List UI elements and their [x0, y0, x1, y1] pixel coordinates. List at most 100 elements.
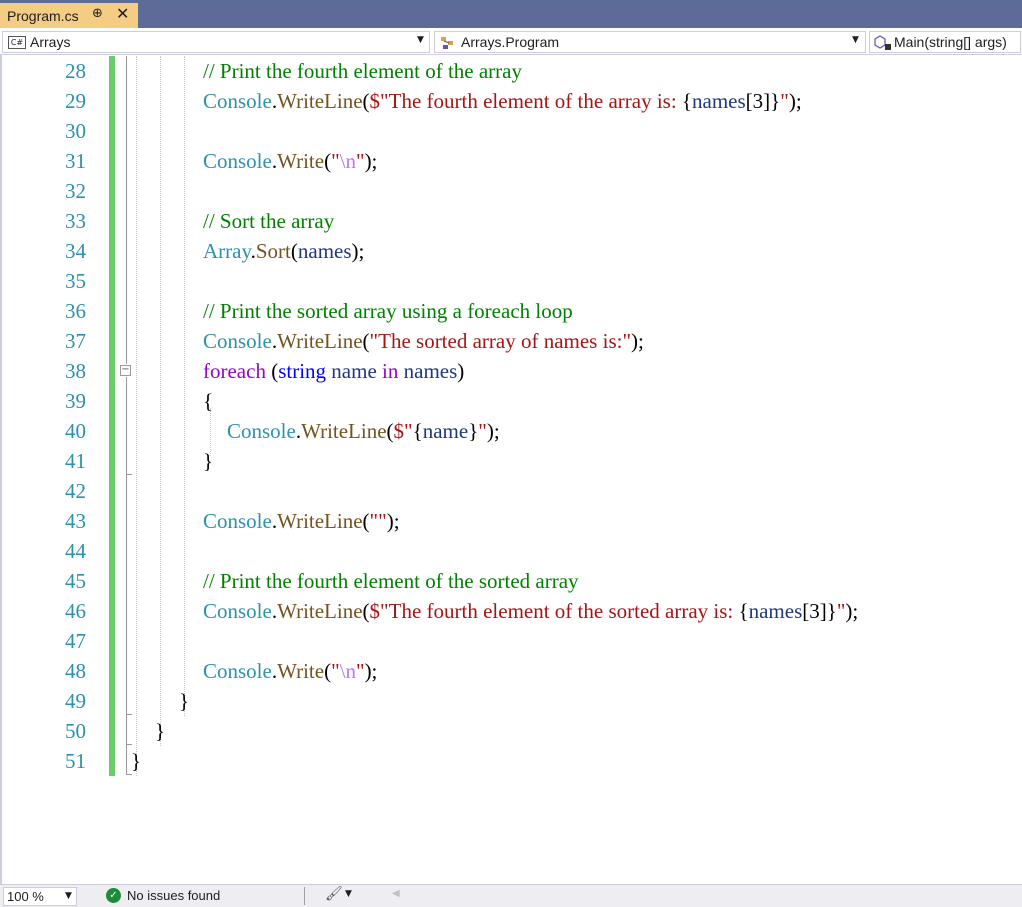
- code-line[interactable]: Console.WriteLine($"The fourth element o…: [203, 596, 858, 626]
- change-tracking-bar: [109, 56, 115, 776]
- code-line[interactable]: Console.Write("\n");: [203, 656, 377, 686]
- code-token: {: [412, 419, 423, 443]
- pin-icon[interactable]: ⊕: [92, 6, 103, 21]
- line-number: 31: [65, 149, 86, 173]
- line-number: 29: [65, 89, 86, 113]
- code-token: Console: [203, 149, 272, 173]
- code-line[interactable]: foreach (string name in names): [203, 356, 464, 386]
- code-token: {: [738, 599, 749, 623]
- indent-guide: [160, 56, 161, 746]
- code-token: WriteLine: [277, 599, 363, 623]
- code-token: "": [369, 509, 387, 533]
- code-line[interactable]: Console.WriteLine("The sorted array of n…: [203, 326, 644, 356]
- project-name: Arrays: [30, 34, 71, 50]
- code-token: foreach: [203, 359, 266, 383]
- code-line[interactable]: {: [203, 386, 213, 416]
- document-tab-bar: Program.cs ⊕ ✕: [0, 0, 1022, 28]
- code-token: }: [131, 749, 142, 773]
- code-token: (: [324, 149, 332, 173]
- line-number: 39: [65, 389, 86, 413]
- code-token: Console: [203, 659, 272, 683]
- class-icon: [441, 37, 453, 49]
- line-number: 28: [65, 59, 86, 83]
- code-token: );: [486, 419, 500, 443]
- tab-program-cs[interactable]: Program.cs ⊕ ✕: [0, 3, 138, 28]
- line-number: 50: [65, 719, 86, 743]
- code-line[interactable]: // Print the fourth element of the array: [203, 56, 522, 86]
- code-token: \n: [339, 149, 356, 173]
- code-token: );: [351, 239, 365, 263]
- chevron-down-icon[interactable]: ▼: [852, 35, 859, 45]
- code-token: // Print the fourth element of the sorte…: [203, 569, 579, 593]
- code-token: ": [355, 149, 365, 173]
- code-token: $": [393, 419, 413, 443]
- code-token: Console: [203, 329, 272, 353]
- code-line[interactable]: }: [179, 686, 189, 716]
- code-editor[interactable]: − 28 // Print the fourth element of the a…: [2, 56, 1022, 884]
- code-line[interactable]: // Print the sorted array using a foreac…: [203, 296, 573, 326]
- indent-guide: [184, 56, 185, 716]
- chevron-down-icon[interactable]: ▼: [417, 35, 424, 45]
- member-dropdown[interactable]: Main(string[] args): [869, 31, 1021, 53]
- chevron-down-icon[interactable]: ▼: [65, 891, 72, 901]
- code-token: $"The fourth element of the sorted array…: [369, 599, 739, 623]
- chevron-down-icon[interactable]: ▼: [345, 889, 352, 899]
- brush-icon[interactable]: 🖌: [325, 886, 343, 902]
- code-token: WriteLine: [301, 419, 387, 443]
- code-token: ): [457, 359, 465, 383]
- project-dropdown[interactable]: C# Arrays ▼: [2, 31, 430, 53]
- code-token: names: [403, 359, 458, 383]
- line-number: 47: [65, 629, 86, 653]
- code-token: Write: [277, 659, 325, 683]
- line-number: 49: [65, 689, 86, 713]
- line-number: 43: [65, 509, 86, 533]
- issues-status[interactable]: No issues found: [127, 888, 220, 903]
- code-token: );: [631, 329, 644, 353]
- code-line[interactable]: // Print the fourth element of the sorte…: [203, 566, 579, 596]
- code-token: in: [382, 359, 399, 383]
- line-number: 38: [65, 359, 86, 383]
- close-icon[interactable]: ✕: [116, 4, 129, 23]
- code-token: Console: [203, 89, 272, 113]
- class-dropdown[interactable]: Arrays.Program ▼: [434, 31, 866, 53]
- scroll-left-icon[interactable]: ◀: [392, 888, 400, 899]
- member-name: Main(string[] args): [894, 34, 1007, 50]
- outline-line: [126, 56, 127, 364]
- code-token: [3]}: [745, 89, 781, 113]
- line-number: 46: [65, 599, 86, 623]
- code-token: Array: [203, 239, 251, 263]
- code-token: ": [478, 419, 487, 443]
- code-token: name: [331, 359, 377, 383]
- code-token: Write: [277, 149, 325, 173]
- code-line[interactable]: Array.Sort(names);: [203, 236, 364, 266]
- code-line[interactable]: Console.WriteLine($"{name}");: [227, 416, 500, 446]
- check-circle-icon[interactable]: ✓: [106, 888, 121, 903]
- code-token: {: [681, 89, 693, 113]
- code-token: {: [203, 389, 214, 413]
- code-line[interactable]: }: [155, 716, 165, 746]
- code-token: Console: [203, 599, 272, 623]
- code-token: name: [422, 419, 469, 443]
- line-number: 32: [65, 179, 86, 203]
- line-number: 45: [65, 569, 86, 593]
- line-number: 35: [65, 269, 86, 293]
- code-token: (: [362, 599, 370, 623]
- navigation-bar: C# Arrays ▼ Arrays.Program ▼ Main(string…: [0, 28, 1022, 55]
- code-line[interactable]: Console.Write("\n");: [203, 146, 377, 176]
- code-line[interactable]: // Sort the array: [203, 206, 334, 236]
- code-token: ": [355, 659, 365, 683]
- line-number: 34: [65, 239, 86, 263]
- code-token: names: [692, 89, 746, 113]
- code-line[interactable]: }: [203, 446, 213, 476]
- line-number: 44: [65, 539, 86, 563]
- line-number: 41: [65, 449, 86, 473]
- zoom-dropdown[interactable]: 100 % ▼: [3, 887, 77, 906]
- code-token: [3]}: [802, 599, 837, 623]
- code-line[interactable]: Console.WriteLine("");: [203, 506, 400, 536]
- collapse-toggle[interactable]: −: [120, 365, 131, 376]
- code-line[interactable]: Console.WriteLine($"The fourth element o…: [203, 86, 802, 116]
- code-line[interactable]: }: [131, 746, 141, 776]
- code-token: WriteLine: [277, 509, 363, 533]
- code-token: (: [386, 419, 394, 443]
- code-token: );: [364, 659, 378, 683]
